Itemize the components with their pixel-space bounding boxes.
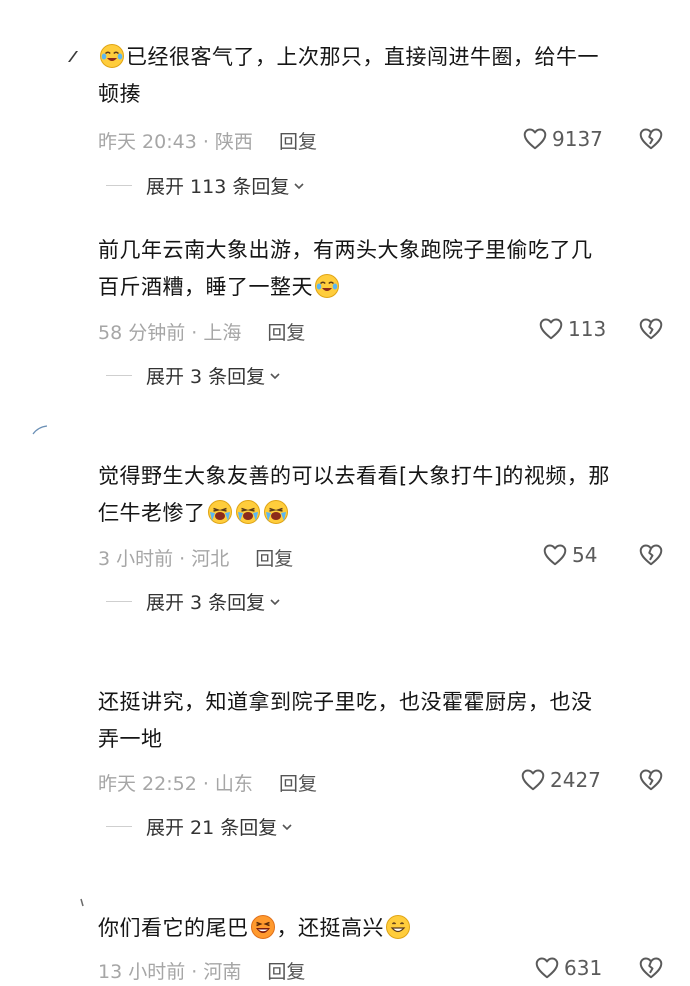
comment-meta: 58 分钟前 · 上海 回复 <box>98 322 306 344</box>
expand-line <box>106 185 132 186</box>
laughing-emoji <box>250 914 276 940</box>
expand-line <box>106 375 132 376</box>
comment-meta: 13 小时前 · 河南 回复 <box>98 961 306 983</box>
expand-replies-button[interactable]: 展开 113 条回复 <box>106 172 305 199</box>
chevron-down-icon <box>269 596 281 608</box>
comment-text: 还挺讲究，知道拿到院子里吃，也没霍霍厨房，也没 弄一地 <box>98 690 593 751</box>
like-count: 113 <box>568 317 607 341</box>
reply-button[interactable]: 回复 <box>255 548 293 570</box>
expand-replies-button[interactable]: 展开 21 条回复 <box>106 813 293 840</box>
broken-heart-icon[interactable] <box>638 767 664 793</box>
like-button[interactable]: 2427 <box>520 767 601 793</box>
comment-text: 已经很客气了，上次那只，直接闯进牛圈，给牛一 顿揍 <box>98 43 599 106</box>
comment-location: 陕西 <box>214 131 253 153</box>
comment-meta: 昨天 20:43 · 陕西 回复 <box>98 131 317 153</box>
comment-location: 河南 <box>203 961 242 983</box>
chevron-down-icon <box>293 180 305 192</box>
grinning-emoji <box>385 914 411 940</box>
reply-button[interactable]: 回复 <box>279 773 317 795</box>
comment-text: 觉得野生大象友善的可以去看看[大象打牛]的视频，那 仨牛老惨了 <box>98 464 610 525</box>
expand-replies-label: 展开 3 条回复 <box>146 592 266 614</box>
comment-time: 13 小时前 <box>98 961 186 983</box>
like-button[interactable]: 631 <box>534 955 602 981</box>
chevron-down-icon <box>281 821 293 833</box>
comment-meta: 3 小时前 · 河北 回复 <box>98 548 294 570</box>
comment-location: 山东 <box>214 773 253 795</box>
like-button[interactable]: 54 <box>542 542 597 568</box>
broken-heart-icon[interactable] <box>638 955 664 981</box>
comment-time: 昨天 20:43 <box>98 131 197 153</box>
heart-outline-icon <box>538 316 564 342</box>
loudly-crying-emoji <box>207 499 233 525</box>
comment-location: 上海 <box>203 322 242 344</box>
loudly-crying-emoji <box>263 499 289 525</box>
expand-replies-label: 展开 113 条回复 <box>146 176 290 198</box>
reply-button[interactable]: 回复 <box>279 131 317 153</box>
heart-outline-icon <box>522 126 548 152</box>
broken-heart-icon[interactable] <box>638 126 664 152</box>
expand-replies-label: 展开 3 条回复 <box>146 366 266 388</box>
expand-replies-button[interactable]: 展开 3 条回复 <box>106 588 281 615</box>
comment-time: 58 分钟前 <box>98 322 186 344</box>
comment-time: 昨天 22:52 <box>98 773 197 795</box>
tears-of-joy-emoji <box>99 43 125 69</box>
reply-button[interactable]: 回复 <box>267 961 305 983</box>
expand-replies-label: 展开 21 条回复 <box>146 817 278 839</box>
broken-heart-icon[interactable] <box>638 542 664 568</box>
heart-outline-icon <box>542 542 568 568</box>
collapse-mark-icon <box>68 51 78 62</box>
like-count: 9137 <box>552 127 603 151</box>
comment-text: 前几年云南大象出游，有两头大象跑院子里偷吃了几 百斤酒糟，睡了一整天 <box>98 238 593 299</box>
reply-button[interactable]: 回复 <box>267 322 305 344</box>
expand-line <box>106 601 132 602</box>
like-count: 54 <box>572 543 598 567</box>
like-button[interactable]: 113 <box>538 316 606 342</box>
heart-outline-icon <box>534 955 560 981</box>
expand-replies-button[interactable]: 展开 3 条回复 <box>106 362 281 389</box>
comment-time: 3 小时前 <box>98 548 174 570</box>
comment-location: 河北 <box>191 548 230 570</box>
comment-text: 你们看它的尾巴 ，还挺高兴 <box>98 910 668 947</box>
divider-mark-icon <box>32 425 48 435</box>
like-button[interactable]: 9137 <box>522 126 603 152</box>
chevron-down-icon <box>269 370 281 382</box>
like-count: 631 <box>564 956 603 980</box>
comment-meta: 昨天 22:52 · 山东 回复 <box>98 773 317 795</box>
loudly-crying-emoji <box>235 499 261 525</box>
tears-of-joy-emoji <box>314 273 340 299</box>
heart-outline-icon <box>520 767 546 793</box>
broken-heart-icon[interactable] <box>638 316 664 342</box>
expand-line <box>106 826 132 827</box>
like-count: 2427 <box>550 768 601 792</box>
divider-mark-icon <box>80 898 84 907</box>
